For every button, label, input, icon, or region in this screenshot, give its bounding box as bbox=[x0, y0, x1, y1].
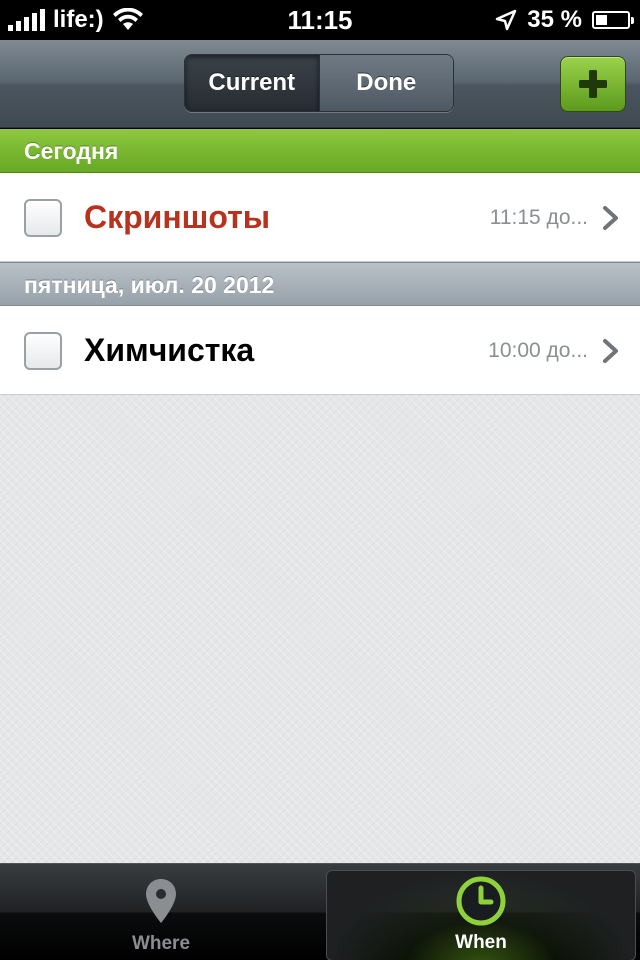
task-row[interactable]: Химчистка 10:00 до... bbox=[0, 306, 640, 395]
plus-icon bbox=[579, 70, 607, 98]
status-bar: life:) 11:15 35 % bbox=[0, 0, 640, 40]
status-right: 35 % bbox=[495, 0, 634, 40]
task-title: Химчистка bbox=[84, 332, 255, 368]
filter-segmented-control: Current Done bbox=[184, 54, 454, 112]
tab-when[interactable]: When bbox=[326, 870, 636, 960]
tab-label: When bbox=[455, 932, 507, 953]
segment-current[interactable]: Current bbox=[185, 55, 319, 111]
section-header-today: Сегодня bbox=[0, 129, 640, 173]
tab-where[interactable]: Where bbox=[0, 864, 322, 960]
task-checkbox[interactable] bbox=[24, 332, 62, 370]
tab-bar: Where When bbox=[0, 863, 640, 960]
section-header-date: пятница, июл. 20 2012 bbox=[0, 262, 640, 306]
add-task-button[interactable] bbox=[560, 56, 626, 112]
tab-label: Where bbox=[131, 933, 191, 954]
chevron-right-icon bbox=[603, 339, 618, 363]
location-pin-icon bbox=[146, 879, 176, 923]
battery-level bbox=[596, 15, 607, 25]
task-title: Скриншоты bbox=[84, 199, 271, 235]
task-list: Сегодня Скриншоты 11:15 до... пятница, и… bbox=[0, 129, 640, 863]
task-time: 10:00 до... bbox=[488, 339, 588, 362]
clock-icon bbox=[456, 876, 506, 926]
segment-done[interactable]: Done bbox=[318, 55, 453, 111]
task-checkbox[interactable] bbox=[24, 199, 62, 237]
location-arrow-icon bbox=[496, 9, 517, 31]
battery-icon bbox=[592, 11, 634, 29]
navigation-bar: Current Done bbox=[0, 40, 640, 128]
task-time: 11:15 до... bbox=[489, 206, 588, 229]
battery-percent: 35 % bbox=[527, 6, 582, 33]
chevron-right-icon bbox=[603, 206, 618, 230]
task-row[interactable]: Скриншоты 11:15 до... bbox=[0, 173, 640, 262]
